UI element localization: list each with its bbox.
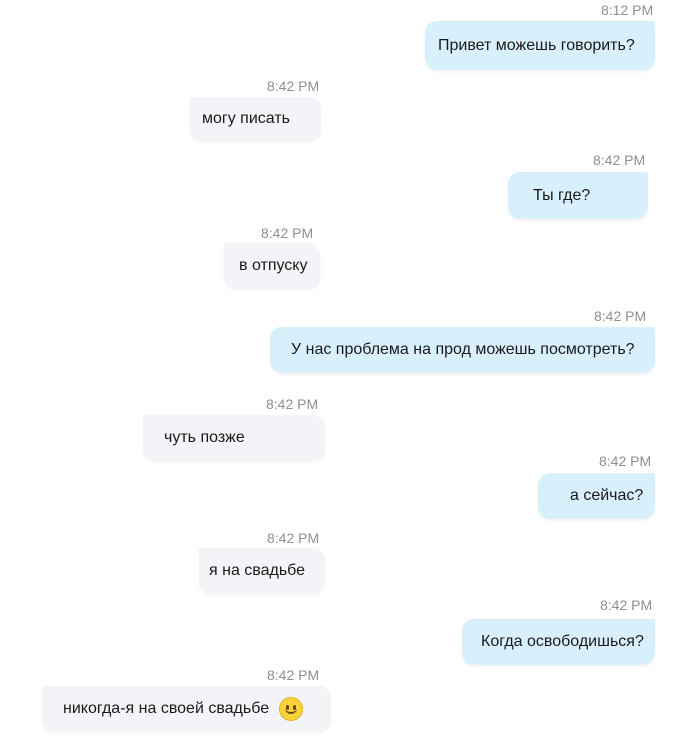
message-text: Ты где?: [533, 186, 591, 204]
message-text: никогда-я на своей свадьбе: [63, 700, 270, 717]
incoming-message[interactable]: могу писать: [190, 97, 321, 141]
message-timestamp: 8:42 PM: [600, 597, 653, 613]
message-timestamp: 8:42 PM: [267, 667, 320, 683]
message-text: чуть позже: [164, 429, 245, 446]
outgoing-message[interactable]: а сейчас?: [538, 473, 655, 519]
message-text: я на свадьбе: [209, 562, 306, 579]
message-text: а сейчас?: [570, 487, 644, 504]
outgoing-message[interactable]: Привет можешь говорить?: [425, 21, 655, 70]
incoming-message[interactable]: чуть позже: [143, 415, 325, 461]
incoming-message[interactable]: в отпуску: [224, 243, 320, 289]
message-timestamp: 8:42 PM: [267, 78, 320, 94]
incoming-message[interactable]: никогда-я на своей свадьбе: [42, 686, 331, 732]
message-text: могу писать: [202, 110, 290, 127]
message-timestamp: 8:42 PM: [261, 225, 314, 241]
message-timestamp: 8:12 PM: [601, 2, 654, 18]
message-text: в отпуску: [239, 257, 308, 274]
message-timestamp: 8:42 PM: [267, 530, 320, 546]
slightly-smiling-face-icon: [279, 697, 304, 721]
outgoing-message[interactable]: У нас проблема на прод можешь посмотреть…: [270, 327, 655, 373]
outgoing-message[interactable]: Когда освободишься?: [462, 619, 655, 665]
outgoing-message[interactable]: Ты где?: [508, 172, 648, 219]
message-timestamp: 8:42 PM: [594, 308, 647, 324]
message-text: Привет можешь говорить?: [438, 36, 635, 54]
message-timestamp: 8:42 PM: [599, 453, 652, 469]
incoming-message[interactable]: я на свадьбе: [199, 548, 325, 594]
message-timestamp: 8:42 PM: [266, 396, 319, 412]
message-timestamp: 8:42 PM: [593, 152, 646, 168]
message-text: У нас проблема на прод можешь посмотреть…: [291, 341, 635, 358]
message-text: Когда освободишься?: [481, 633, 644, 650]
